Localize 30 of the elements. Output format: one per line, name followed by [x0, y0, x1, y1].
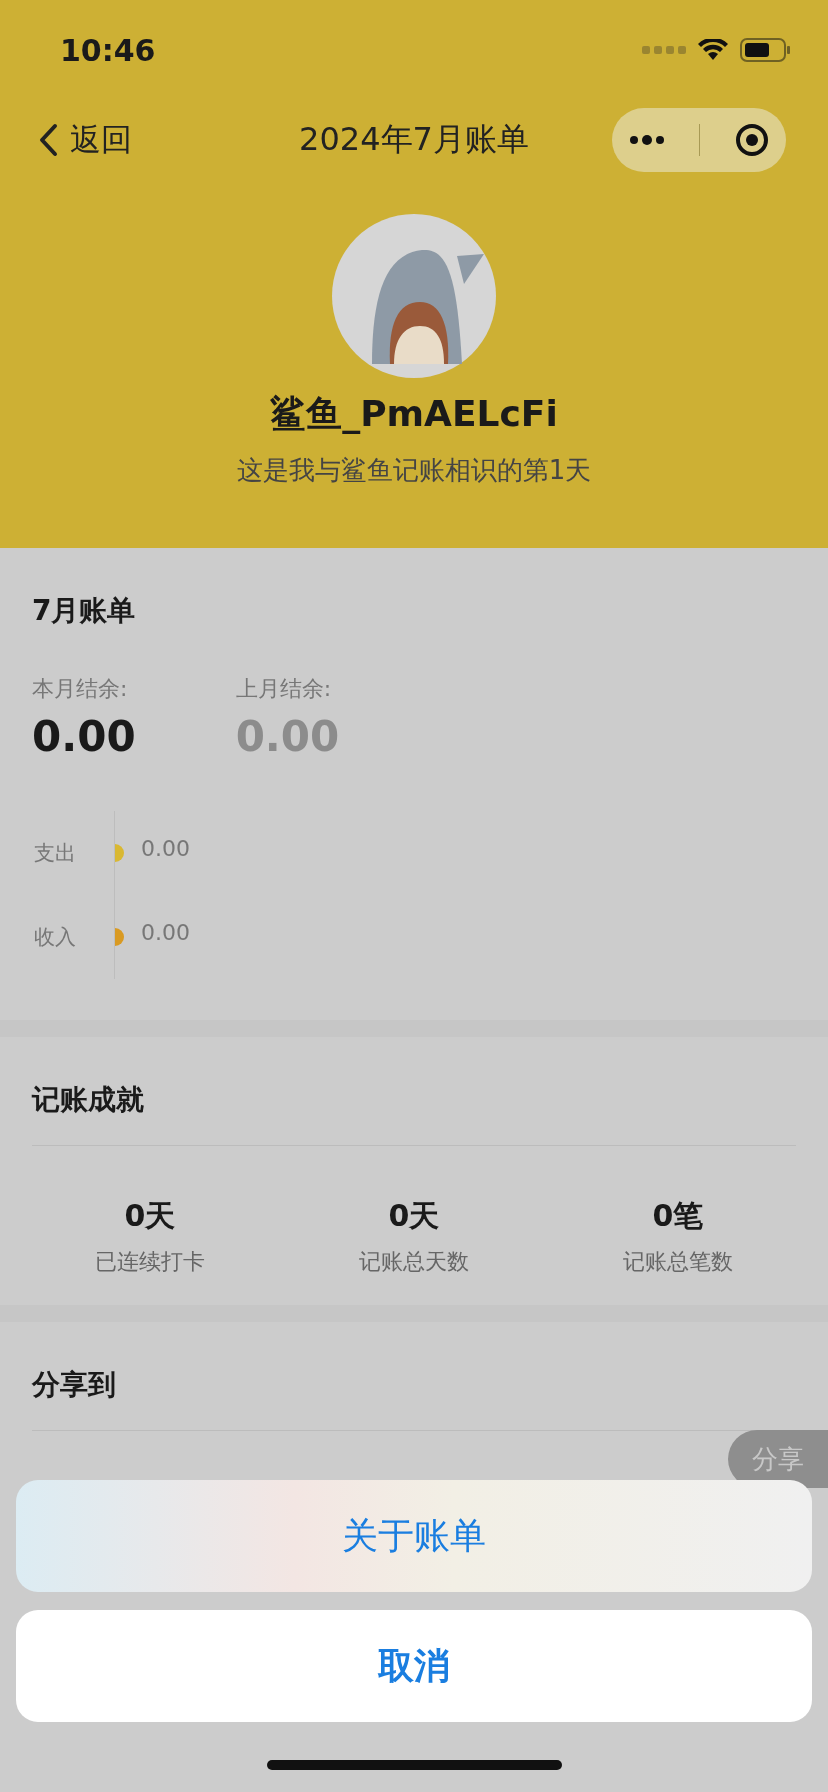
user-subtitle: 这是我与鲨鱼记账相识的第1天: [236, 454, 592, 487]
balance-label: 上月结余:: [235, 675, 333, 703]
more-icon[interactable]: [629, 134, 666, 146]
cancel-button[interactable]: 取消: [16, 1610, 812, 1722]
stat-value: 0天: [124, 1197, 176, 1235]
stat-label: 记账总天数: [359, 1248, 469, 1276]
close-target-icon[interactable]: [734, 123, 769, 157]
stat-label: 记账总笔数: [623, 1248, 733, 1276]
section-title: 记账成就: [32, 1082, 145, 1118]
stat-value: 0笔: [652, 1197, 704, 1235]
flow-label: 支出: [34, 840, 77, 867]
stat-value: 0天: [388, 1197, 440, 1235]
page-title: 2024年7月账单: [299, 119, 529, 160]
back-chevron-icon: [38, 123, 58, 157]
section-title: 7月账单: [32, 593, 137, 629]
stat-label: 已连续打卡: [95, 1248, 205, 1276]
section-title: 分享到: [32, 1367, 117, 1403]
wifi-icon: [698, 39, 728, 61]
user-name: 鲨鱼_PmAELcFi: [270, 392, 558, 436]
action-sheet-option[interactable]: 关于账单: [16, 1480, 812, 1592]
status-time: 10:46: [60, 32, 156, 68]
signal-icon: [642, 44, 686, 56]
back-button[interactable]: 返回: [38, 119, 132, 161]
balance-value: 0.00: [235, 712, 340, 761]
battery-icon: [740, 38, 790, 62]
balance-label: 本月结余:: [32, 675, 129, 703]
balance-value: 0.00: [32, 712, 136, 761]
flow-label: 收入: [34, 924, 77, 951]
flow-value: 0.00: [141, 835, 190, 861]
flow-value: 0.00: [141, 919, 190, 945]
